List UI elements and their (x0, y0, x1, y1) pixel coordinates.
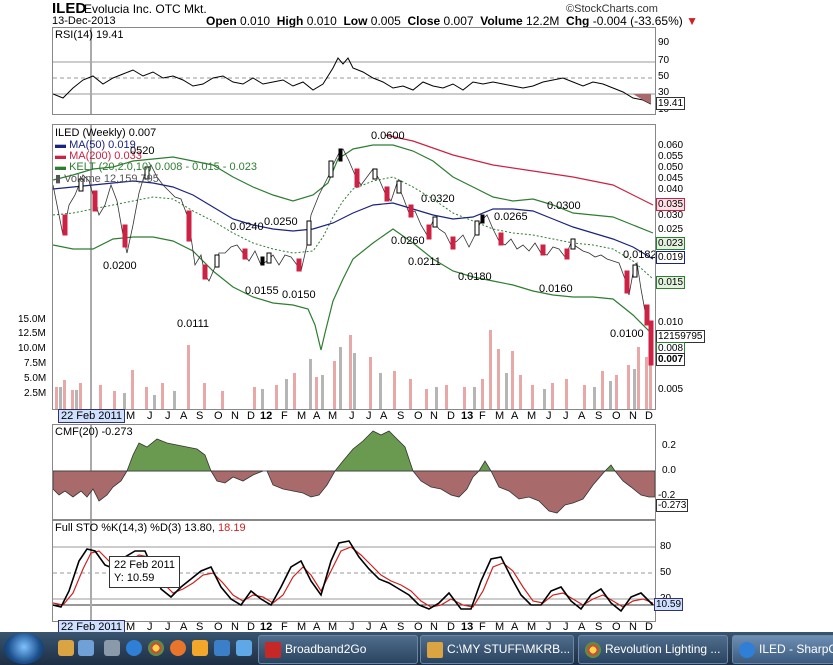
app2-icon[interactable] (214, 640, 230, 656)
kelt-upper-tag: 0.023 (656, 237, 686, 250)
ma50-value-tag: 0.019 (656, 251, 686, 264)
taskbar-item-broadband2go[interactable]: Broadband2Go (258, 635, 418, 664)
cursor-tooltip: 22 Feb 2011 Y: 10.59 (109, 556, 180, 588)
price-annotation: 0.0200 (103, 260, 137, 272)
price-tick: 0.050 (658, 162, 684, 173)
ie-icon (739, 641, 755, 658)
price-annotation: 0.0265 (494, 211, 528, 223)
sto-tick: 80 (660, 541, 672, 552)
ie-icon[interactable] (126, 640, 142, 656)
price-annotation: 0.0600 (371, 130, 405, 142)
price-tick: 0.005 (658, 384, 684, 395)
price-annotation: 0.0150 (282, 289, 316, 301)
media-icon[interactable] (192, 640, 208, 656)
price-annotation: 0.0111 (177, 318, 210, 330)
price-legend-volume: ▮ Volume 12,159,795 (55, 173, 159, 185)
price-tick: 0.055 (658, 151, 684, 162)
firefox-icon[interactable] (170, 640, 186, 656)
price-annotation: 0.0100 (610, 328, 644, 340)
price-tick: 0.030 (658, 210, 684, 221)
chrome-icon (585, 641, 601, 658)
price-annotation: 0.0155 (245, 285, 279, 297)
cmf-label: CMF(20) -0.273 (55, 426, 133, 438)
rsi-tick: 70 (658, 55, 670, 66)
ohlc-summary: Open 0.010 High 0.010 Low 0.005 Close 0.… (206, 14, 698, 28)
taskbar: Broadband2Go C:\MY STUFF\MKRB... Revolut… (0, 632, 833, 665)
price-annotation: 0.0250 (264, 216, 298, 228)
rsi-tick: 90 (658, 37, 670, 48)
app-icon[interactable] (104, 640, 120, 656)
cursor-date-label: 22 Feb 2011 (58, 409, 125, 423)
start-button[interactable] (4, 633, 44, 664)
price-annotation: 0520 (130, 145, 155, 157)
cmf-plot (53, 425, 655, 519)
chrome-icon[interactable] (148, 640, 164, 656)
price-annotation: 0.0240 (230, 221, 264, 233)
volume-tick: 7.5M (24, 358, 47, 369)
price-annotation: 0.0300 (547, 200, 581, 212)
sto-label: Full STO %K(14,3) %D(3) 13.80, 18.19 (55, 522, 246, 534)
rsi-label: RSI(14) 19.41 (55, 29, 124, 41)
rsi-value-tag: 19.41 (656, 97, 686, 110)
price-annotation: 0.0160 (539, 283, 573, 295)
company-name: Evolucia Inc. OTC Mkt. (84, 2, 207, 16)
price-legend-main: ILED (Weekly) 0.007 (55, 127, 157, 139)
taskbar-item-iled-sharpcharts[interactable]: ILED - SharpC (732, 635, 833, 664)
taskbar-item-revolution-lighting[interactable]: Revolution Lighting ... (578, 635, 728, 664)
sto-value-tag: 10.59 (654, 598, 684, 611)
price-annotation: 0.0182 (623, 249, 656, 261)
folder-icon (427, 641, 443, 658)
cmf-value-tag: -0.273 (656, 499, 689, 512)
cmf-tick: 0.0 (662, 465, 676, 476)
taskbar-item-explorer[interactable]: C:\MY STUFF\MKRB... (420, 635, 574, 664)
browser-icon (265, 641, 281, 658)
volume-tick: 10.0M (18, 343, 46, 354)
cmf-panel[interactable]: CMF(20) -0.273 (52, 424, 656, 520)
price-tick: 0.060 (658, 140, 684, 151)
price-annotation: 0.0320 (421, 193, 455, 205)
price-tick: 0.045 (658, 173, 684, 184)
volume-tick: 2.5M (24, 388, 47, 399)
price-panel[interactable]: ILED (Weekly) 0.007 ▬ MA(50) 0.019 ▬ MA(… (52, 124, 656, 410)
price-annotation: 0.0211 (408, 256, 441, 268)
cmf-tick: 0.2 (662, 440, 676, 451)
rsi-plot (53, 28, 655, 114)
price-annotation: 0.0180 (458, 271, 492, 283)
desktop-icon[interactable] (78, 640, 94, 656)
price-annotation: 0.0260 (391, 235, 425, 247)
sto-tick: 50 (660, 567, 672, 578)
rsi-panel[interactable]: RSI(14) 19.41 (52, 27, 656, 115)
folder-icon[interactable] (58, 640, 74, 656)
sto-panel[interactable]: Full STO %K(14,3) %D(3) 13.80, 18.19 22 … (52, 520, 656, 622)
kelt-mid-tag: 0.015 (656, 276, 686, 289)
app3-icon[interactable] (236, 640, 252, 656)
price-tick: 0.010 (658, 317, 684, 328)
rsi-tick: 50 (658, 71, 670, 82)
volume-tick: 5.0M (24, 373, 47, 384)
volume-tick: 12.5M (18, 328, 46, 339)
volume-tick: 15.0M (18, 314, 46, 325)
price-tick: 0.040 (658, 184, 684, 195)
chart-date: 13-Dec-2013 (52, 15, 116, 27)
close-value-tag: 0.007 (656, 353, 686, 366)
price-tick: 0.025 (658, 224, 684, 235)
